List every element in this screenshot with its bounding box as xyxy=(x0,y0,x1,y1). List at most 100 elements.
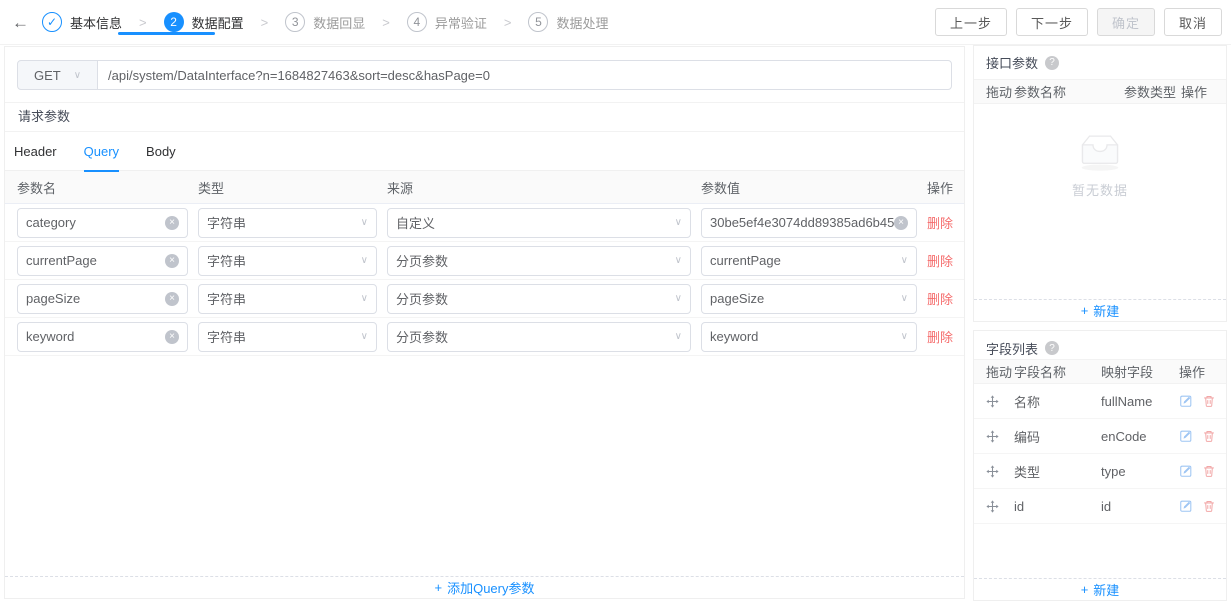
param-type-select[interactable]: 字符串 ∨ xyxy=(198,246,377,276)
step-data-config[interactable]: 2 数据配置 xyxy=(164,12,244,32)
drag-handle-icon[interactable] xyxy=(986,465,1014,478)
tab-query[interactable]: Query xyxy=(84,132,119,171)
tab-header[interactable]: Header xyxy=(14,132,57,171)
field-list-panel: 字段列表 ? 拖动 字段名称 映射字段 操作 名称 fullName 编码 en… xyxy=(973,330,1227,601)
step-basic-info[interactable]: ✓ 基本信息 xyxy=(42,12,122,32)
drag-handle-icon[interactable] xyxy=(986,500,1014,513)
trash-icon[interactable] xyxy=(1202,464,1216,478)
add-query-param-label: 添加Query参数 xyxy=(447,578,534,597)
field-name: 类型 xyxy=(1014,462,1101,481)
param-source-select[interactable]: 分页参数 ∨ xyxy=(387,284,691,314)
col-type: 类型 xyxy=(198,178,387,197)
clear-icon[interactable]: × xyxy=(165,254,179,268)
col-value: 参数值 xyxy=(701,178,927,197)
edit-icon[interactable] xyxy=(1179,394,1193,408)
param-name-input[interactable]: × xyxy=(17,208,188,238)
param-source-select[interactable]: 分页参数 ∨ xyxy=(387,322,691,352)
tab-body[interactable]: Body xyxy=(146,132,176,171)
request-config-panel: GET ∨ 请求参数 Header Query Body 参数名 类型 来源 参… xyxy=(4,46,965,599)
empty-text: 暂无数据 xyxy=(1072,180,1128,199)
cancel-button[interactable]: 取消 xyxy=(1164,8,1222,36)
plus-icon: + xyxy=(1081,303,1089,318)
field-list-title-row: 字段列表 ? xyxy=(974,331,1226,359)
param-value-input[interactable]: × xyxy=(701,208,917,238)
param-type-select[interactable]: 字符串 ∨ xyxy=(198,322,377,352)
col-param-type: 参数类型 xyxy=(1124,82,1181,101)
prev-step-button[interactable]: 上一步 xyxy=(935,8,1007,36)
delete-link[interactable]: 删除 xyxy=(927,216,953,231)
param-name-field[interactable] xyxy=(26,291,165,306)
plus-icon: + xyxy=(435,580,443,595)
chevron-right-icon: > xyxy=(261,15,269,30)
step-number-badge: 3 xyxy=(285,12,305,32)
clear-icon[interactable]: × xyxy=(894,216,908,230)
help-icon[interactable]: ? xyxy=(1045,341,1059,355)
param-value-select[interactable]: pageSize ∨ xyxy=(701,284,917,314)
param-source-select[interactable]: 自定义 ∨ xyxy=(387,208,691,238)
param-type-select[interactable]: 字符串 ∨ xyxy=(198,208,377,238)
add-query-param-button[interactable]: + 添加Query参数 xyxy=(5,576,964,598)
param-row: × 字符串 ∨ 分页参数 ∨ keyword ∨ 删除 xyxy=(5,318,964,356)
source-value: 自定义 xyxy=(396,213,669,232)
edit-icon[interactable] xyxy=(1179,464,1193,478)
source-value: 分页参数 xyxy=(396,327,669,346)
step-label: 数据回显 xyxy=(313,13,365,32)
trash-icon[interactable] xyxy=(1202,429,1216,443)
param-name-input[interactable]: × xyxy=(17,246,188,276)
help-icon[interactable]: ? xyxy=(1045,56,1059,70)
col-param-name: 参数名 xyxy=(17,178,198,197)
param-row: × 字符串 ∨ 分页参数 ∨ currentPage ∨ 删除 xyxy=(5,242,964,280)
trash-icon[interactable] xyxy=(1202,394,1216,408)
step-exception-check[interactable]: 4 异常验证 xyxy=(407,12,487,32)
delete-link[interactable]: 删除 xyxy=(927,330,953,345)
empty-state: 暂无数据 xyxy=(974,130,1226,199)
field-row: 类型 type xyxy=(974,454,1226,489)
source-value: 分页参数 xyxy=(396,251,669,270)
mapped-field: enCode xyxy=(1101,429,1179,444)
step-data-process[interactable]: 5 数据处理 xyxy=(528,12,608,32)
drag-handle-icon[interactable] xyxy=(986,395,1014,408)
back-arrow-icon[interactable]: ← xyxy=(12,14,29,31)
wizard-actions: 上一步 下一步 确定 取消 xyxy=(935,8,1222,36)
param-name-field[interactable] xyxy=(26,215,165,230)
interface-params-title-row: 接口参数 ? xyxy=(974,46,1226,79)
value-value: pageSize xyxy=(710,291,895,306)
clear-icon[interactable]: × xyxy=(165,330,179,344)
edit-icon[interactable] xyxy=(1179,499,1193,513)
url-input[interactable] xyxy=(97,60,952,90)
drag-handle-icon[interactable] xyxy=(986,430,1014,443)
param-name-input[interactable]: × xyxy=(17,284,188,314)
type-value: 字符串 xyxy=(207,289,355,308)
field-name: 名称 xyxy=(1014,392,1101,411)
param-name-input[interactable]: × xyxy=(17,322,188,352)
delete-link[interactable]: 删除 xyxy=(927,254,953,269)
chevron-down-icon: ∨ xyxy=(675,293,682,304)
method-select[interactable]: GET ∨ xyxy=(17,60,98,90)
clear-icon[interactable]: × xyxy=(165,292,179,306)
clear-icon[interactable]: × xyxy=(165,216,179,230)
create-field-button[interactable]: + 新建 xyxy=(974,578,1226,600)
step-data-echo[interactable]: 3 数据回显 xyxy=(285,12,365,32)
chevron-down-icon: ∨ xyxy=(361,255,368,266)
param-value-select[interactable]: keyword ∨ xyxy=(701,322,917,352)
empty-box-icon xyxy=(1072,130,1128,172)
interface-params-table-header: 拖动 参数名称 参数类型 操作 xyxy=(974,79,1226,104)
edit-icon[interactable] xyxy=(1179,429,1193,443)
confirm-button[interactable]: 确定 xyxy=(1097,8,1155,36)
field-list-table-header: 拖动 字段名称 映射字段 操作 xyxy=(974,359,1226,384)
param-value-select[interactable]: currentPage ∨ xyxy=(701,246,917,276)
col-action: 操作 xyxy=(1181,82,1226,101)
create-interface-param-button[interactable]: + 新建 xyxy=(974,299,1226,321)
field-name: 编码 xyxy=(1014,427,1101,446)
col-drag: 拖动 xyxy=(986,362,1014,381)
param-name-field[interactable] xyxy=(26,329,165,344)
next-step-button[interactable]: 下一步 xyxy=(1016,8,1088,36)
param-value-field[interactable] xyxy=(710,215,894,230)
delete-link[interactable]: 删除 xyxy=(927,292,953,307)
value-value: keyword xyxy=(710,329,895,344)
param-name-field[interactable] xyxy=(26,253,165,268)
step-number-badge: 4 xyxy=(407,12,427,32)
trash-icon[interactable] xyxy=(1202,499,1216,513)
param-source-select[interactable]: 分页参数 ∨ xyxy=(387,246,691,276)
param-type-select[interactable]: 字符串 ∨ xyxy=(198,284,377,314)
